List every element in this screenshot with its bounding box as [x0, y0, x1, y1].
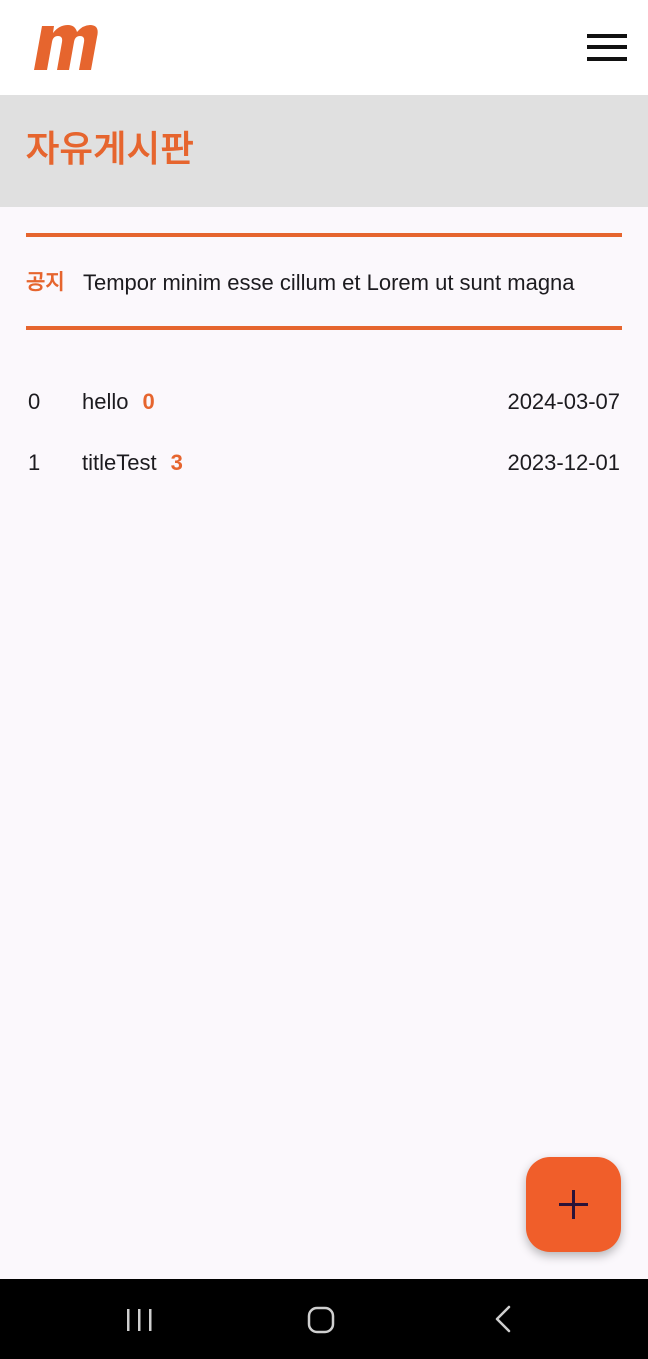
- post-title: titleTest: [82, 450, 157, 475]
- post-title: hello: [82, 389, 129, 414]
- comment-count: 0: [142, 389, 155, 414]
- notice-tag: 공지: [26, 271, 65, 294]
- page-title: 자유게시판: [26, 128, 195, 169]
- plus-icon: [559, 1190, 588, 1219]
- notice-bottom-divider: [26, 326, 622, 330]
- add-post-button[interactable]: [526, 1157, 621, 1252]
- post-row[interactable]: 0 hello 0 2024-03-07: [26, 380, 622, 424]
- hamburger-menu-icon[interactable]: [578, 28, 636, 68]
- post-index: 0: [28, 389, 41, 414]
- board-header: 자유게시판: [0, 95, 648, 207]
- post-title-group: titleTest 3: [82, 447, 183, 479]
- notice-text: Tempor minim esse cillum et Lorem ut sun…: [83, 270, 575, 295]
- post-row[interactable]: 1 titleTest 3 2023-12-01: [26, 441, 622, 485]
- system-nav-bar: [0, 1279, 648, 1359]
- post-date: 2023-12-01: [507, 450, 620, 475]
- back-icon[interactable]: [473, 1299, 533, 1339]
- post-title-group: hello 0: [82, 386, 155, 418]
- notice-top-divider: [26, 233, 622, 237]
- comment-count: 3: [170, 450, 183, 475]
- post-index: 1: [28, 450, 41, 475]
- notice-item[interactable]: 공지 Tempor minim esse cillum et Lorem ut …: [26, 262, 622, 306]
- m-logo-icon[interactable]: [32, 24, 98, 74]
- app-bar: [0, 0, 648, 95]
- post-date: 2024-03-07: [507, 389, 620, 414]
- recent-apps-icon[interactable]: [110, 1299, 170, 1339]
- home-icon[interactable]: [291, 1299, 351, 1339]
